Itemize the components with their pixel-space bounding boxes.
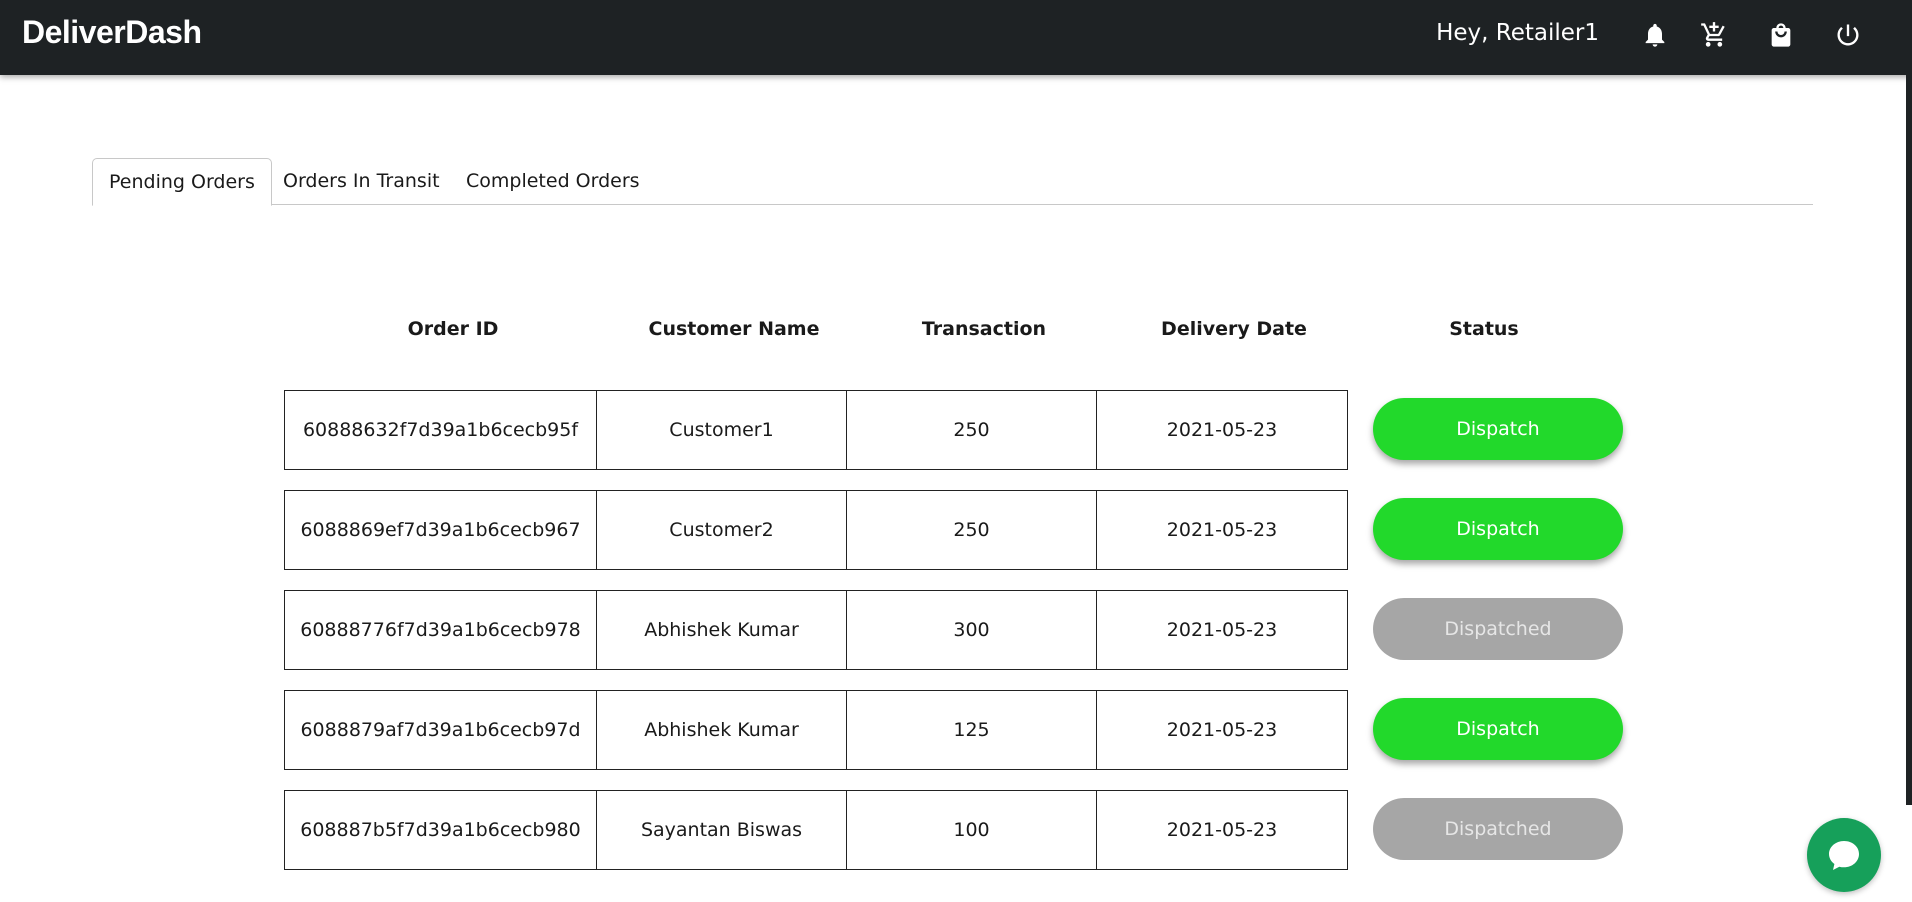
transaction-cell: 250 <box>846 390 1097 470</box>
table-row: 60888776f7d39a1b6cecb978 Abhishek Kumar … <box>284 590 1624 670</box>
delivery-date-cell: 2021-05-23 <box>1096 590 1348 670</box>
delivery-date-cell: 2021-05-23 <box>1096 490 1348 570</box>
power-icon[interactable] <box>1832 19 1864 51</box>
delivery-date-cell: 2021-05-23 <box>1096 390 1348 470</box>
customer-name-cell: Abhishek Kumar <box>596 590 847 670</box>
table-row: 6088879af7d39a1b6cecb97d Abhishek Kumar … <box>284 690 1624 770</box>
order-id-cell: 608887b5f7d39a1b6cecb980 <box>284 790 597 870</box>
shopping-bag-icon[interactable] <box>1765 19 1797 51</box>
user-greeting: Hey, Retailer1 <box>1436 20 1599 46</box>
dispatch-button[interactable]: Dispatch <box>1373 698 1623 760</box>
tab-orders-in-transit[interactable]: Orders In Transit <box>267 158 456 205</box>
customer-name-cell: Customer1 <box>596 390 847 470</box>
order-id-cell: 60888632f7d39a1b6cecb95f <box>284 390 597 470</box>
transaction-cell: 125 <box>846 690 1097 770</box>
dispatch-button[interactable]: Dispatch <box>1373 498 1623 560</box>
table-row: 60888632f7d39a1b6cecb95f Customer1 250 2… <box>284 390 1624 470</box>
dispatch-button[interactable]: Dispatch <box>1373 398 1623 460</box>
column-header-customer-name: Customer Name <box>648 318 820 340</box>
table-row: 608887b5f7d39a1b6cecb980 Sayantan Biswas… <box>284 790 1624 870</box>
dispatched-button[interactable]: Dispatched <box>1373 598 1623 660</box>
order-id-cell: 6088869ef7d39a1b6cecb967 <box>284 490 597 570</box>
order-id-cell: 6088879af7d39a1b6cecb97d <box>284 690 597 770</box>
tab-completed-orders[interactable]: Completed Orders <box>450 158 656 205</box>
column-header-status: Status <box>1449 318 1519 340</box>
transaction-cell: 300 <box>846 590 1097 670</box>
chat-bubble-icon <box>1829 841 1859 870</box>
transaction-cell: 100 <box>846 790 1097 870</box>
top-navbar: DeliverDash Hey, Retailer1 <box>0 0 1912 75</box>
order-tabs: Pending Orders Orders In Transit Complet… <box>92 158 1813 206</box>
column-header-order-id: Order ID <box>407 318 499 340</box>
column-header-delivery-date: Delivery Date <box>1161 318 1307 340</box>
scrollbar[interactable] <box>1906 75 1912 805</box>
customer-name-cell: Abhishek Kumar <box>596 690 847 770</box>
order-id-cell: 60888776f7d39a1b6cecb978 <box>284 590 597 670</box>
table-row: 6088869ef7d39a1b6cecb967 Customer2 250 2… <box>284 490 1624 570</box>
chat-launcher-button[interactable] <box>1807 818 1881 892</box>
customer-name-cell: Customer2 <box>596 490 847 570</box>
dispatched-button[interactable]: Dispatched <box>1373 798 1623 860</box>
add-to-cart-icon[interactable] <box>1698 19 1730 51</box>
transaction-cell: 250 <box>846 490 1097 570</box>
customer-name-cell: Sayantan Biswas <box>596 790 847 870</box>
tab-pending-orders[interactable]: Pending Orders <box>92 158 272 206</box>
delivery-date-cell: 2021-05-23 <box>1096 790 1348 870</box>
delivery-date-cell: 2021-05-23 <box>1096 690 1348 770</box>
bell-icon[interactable] <box>1639 19 1671 51</box>
column-header-transaction: Transaction <box>921 318 1047 340</box>
brand-logo[interactable]: DeliverDash <box>22 14 202 51</box>
